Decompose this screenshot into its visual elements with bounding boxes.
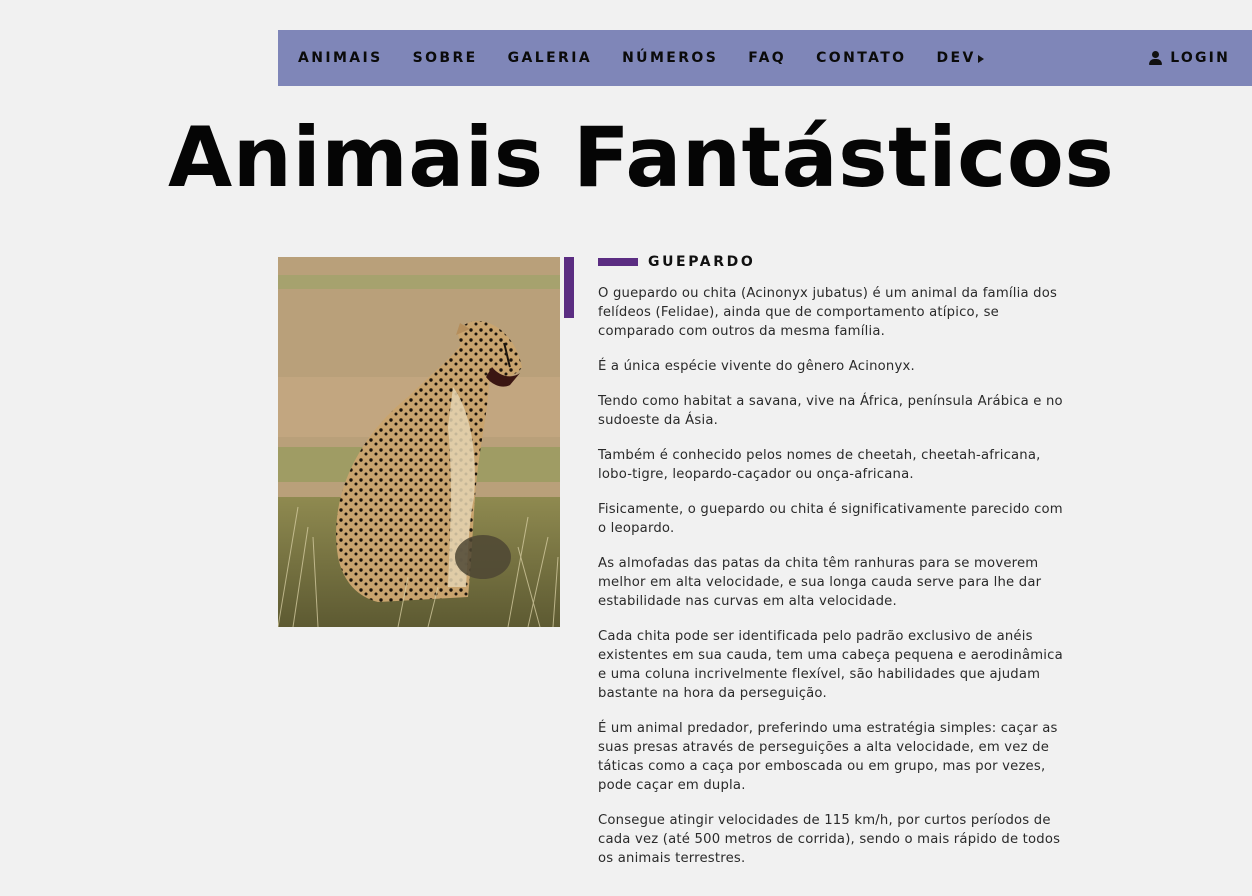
main-nav: ANIMAIS SOBRE GALERIA NÚMEROS FAQ CONTAT…: [278, 30, 1252, 86]
paragraph: Também é conhecido pelos nomes de cheeta…: [598, 448, 1041, 482]
nav-item-sobre[interactable]: SOBRE: [413, 50, 478, 66]
nav-menu: ANIMAIS SOBRE GALERIA NÚMEROS FAQ CONTAT…: [298, 50, 1149, 66]
nav-item-dev-dropdown[interactable]: DEV: [936, 50, 984, 66]
nav-item-dev-label: DEV: [936, 50, 976, 66]
animal-heading: GUEPARDO: [598, 254, 1073, 270]
login-label: LOGIN: [1170, 50, 1230, 66]
paragraph: É um animal predador, preferindo uma est…: [598, 721, 1058, 793]
login-button[interactable]: LOGIN: [1149, 50, 1230, 66]
nav-item-faq[interactable]: FAQ: [748, 50, 786, 66]
accent-bar: [564, 257, 574, 318]
paragraph: Cada chita pode ser identificada pelo pa…: [598, 629, 1063, 701]
paragraph: Tendo como habitat a savana, vive na Áfr…: [598, 394, 1063, 428]
nav-item-animais[interactable]: ANIMAIS: [298, 50, 383, 66]
nav-item-galeria[interactable]: GALERIA: [508, 50, 592, 66]
page-title: Animais Fantásticos: [168, 109, 1115, 206]
paragraph: Fisicamente, o guepardo ou chita é signi…: [598, 502, 1063, 536]
caret-right-icon: [977, 54, 984, 63]
nav-item-contato[interactable]: CONTATO: [816, 50, 906, 66]
user-icon: [1149, 51, 1163, 65]
nav-item-numeros[interactable]: NÚMEROS: [622, 50, 718, 66]
paragraph: O guepardo ou chita (Acinonyx jubatus) é…: [598, 286, 1058, 339]
paragraph: Consegue atingir velocidades de 115 km/h…: [598, 813, 1061, 866]
paragraph: É a única espécie vivente do gênero Acin…: [598, 359, 915, 374]
heading-accent-line: [598, 258, 638, 266]
cheetah-image: [278, 257, 560, 627]
paragraph: As almofadas das patas da chita têm ranh…: [598, 556, 1042, 609]
animal-description: GUEPARDO O guepardo ou chita (Acinonyx j…: [598, 254, 1073, 884]
animal-name: GUEPARDO: [648, 254, 756, 270]
